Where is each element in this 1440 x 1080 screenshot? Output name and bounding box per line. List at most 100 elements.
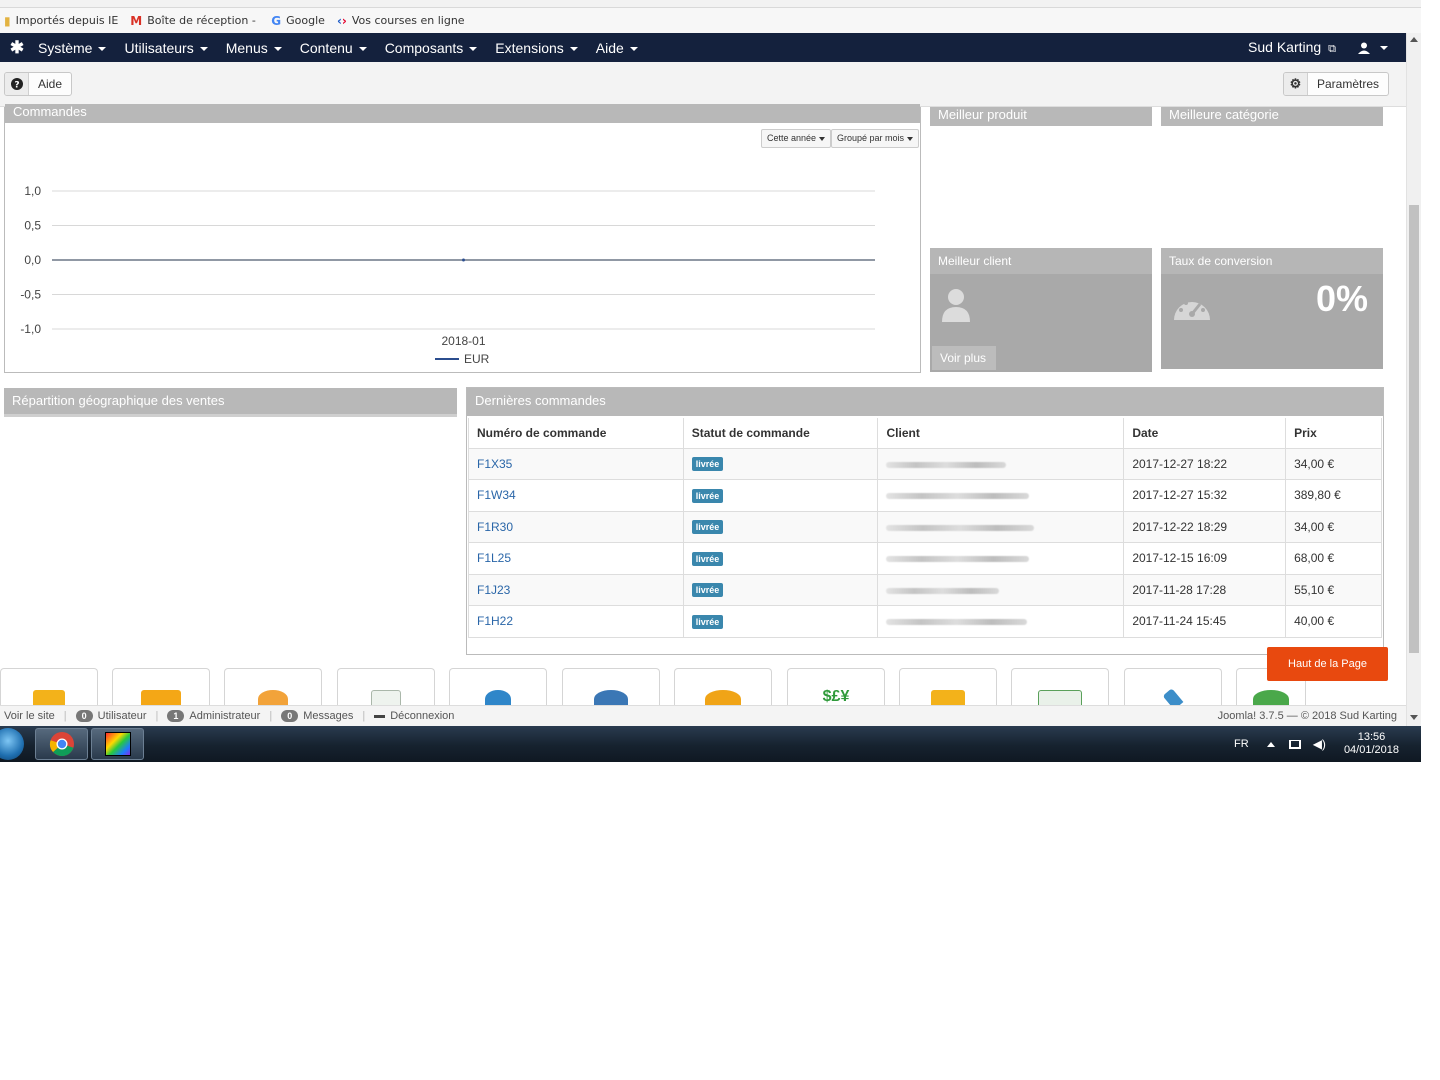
panel-title-best-category: Meilleure catégorie [1161,107,1383,126]
start-button-icon[interactable] [0,728,24,760]
back-to-top-button[interactable]: Haut de la Page [1267,647,1388,681]
vertical-scrollbar[interactable] [1406,33,1421,726]
tray-expand-icon[interactable] [1266,741,1275,747]
quickicon-discount[interactable] [674,668,772,708]
clock[interactable]: 13:56 04/01/2018 [1344,731,1399,757]
address-bar[interactable] [0,0,1421,8]
bookmark-carrefour[interactable]: ‹› Vos courses en ligne [337,14,465,28]
order-link[interactable]: F1H22 [477,614,513,628]
site-link[interactable]: Sud Karting ⧉ [1248,39,1336,56]
quickicon-users[interactable] [224,668,322,708]
scroll-down-icon[interactable] [1410,715,1418,720]
bookmark-label: Boîte de réception - [147,14,256,27]
data-point [462,258,465,262]
scroll-up-icon[interactable] [1410,37,1418,42]
order-link[interactable]: F1J23 [477,583,510,597]
external-link-icon: ⧉ [1325,43,1336,55]
nav-composants[interactable]: Composants [385,40,478,56]
status-badge: livrée [691,457,724,472]
order-number-cell: F1W34 [468,479,684,512]
quickicon-tools[interactable] [1124,668,1222,708]
bookmark-ie[interactable]: ▮ Importés depuis IE [4,14,118,28]
bookmarks-bar: ▮ Importés depuis IE M Boîte de réceptio… [0,8,1421,33]
price-cell: 55,10 € [1285,573,1382,606]
clock-date: 04/01/2018 [1343,744,1399,756]
date-cell: 2017-12-15 16:09 [1123,542,1287,575]
bookmark-google[interactable]: G Google [271,14,325,28]
client-cell [877,605,1125,638]
order-link[interactable]: F1W34 [477,488,516,502]
conversion-value: 0% [1315,278,1368,319]
voir-plus-link[interactable]: Voir plus [932,346,996,370]
question-icon: ? [5,73,29,95]
quickicon-globe[interactable] [562,668,660,708]
quickicon-document[interactable] [337,668,435,708]
quickicon-plugin[interactable] [899,668,997,708]
order-link[interactable]: F1R30 [477,520,513,534]
y-tick-label: -1,0 [20,322,41,336]
col-client: Client [877,418,1125,449]
quickicon-layout[interactable] [1011,668,1109,708]
users-count-badge: 0 [75,710,93,722]
volume-icon[interactable]: ◀) [1313,737,1326,751]
quickicon-folder[interactable] [112,668,210,708]
col-order-number: Numéro de commande [468,418,684,449]
toolbar: ? Aide ⚙ Paramètres [0,62,1406,107]
nav-menus[interactable]: Menus [226,40,282,56]
admin-navbar: ✱ Système Utilisateurs Menus Contenu Com… [0,33,1406,62]
client-cell [877,479,1125,512]
bookmark-label: Google [286,14,325,27]
admins-label: Administrateur [189,710,261,722]
status-cell: livrée [682,510,879,543]
order-link[interactable]: F1L25 [477,551,511,565]
bookmark-label: Importés depuis IE [15,14,119,27]
nav-utilisateurs[interactable]: Utilisateurs [124,40,208,56]
quickicon-currency[interactable]: $£¥ [787,668,885,708]
user-menu[interactable] [1358,42,1388,54]
col-price: Prix [1285,418,1382,449]
user-silhouette-icon [942,289,970,322]
logout-link[interactable]: Déconnexion [374,710,454,722]
tile-title: Taux de conversion [1161,248,1383,274]
windows-taskbar: FR ◀) 13:56 04/01/2018 [0,726,1421,762]
taskbar-app[interactable] [91,728,144,760]
scrollbar-thumb[interactable] [1409,205,1419,653]
admins-count-badge: 1 [167,710,185,722]
admins-online-link[interactable]: 1 Administrateur [167,710,260,722]
messages-link[interactable]: 0 Messages [281,710,353,722]
language-indicator[interactable]: FR [1234,738,1249,750]
view-site-link[interactable]: Voir le site [4,710,55,722]
orders-table: Numéro de commande Statut de commande Cl… [468,418,1382,638]
gmail-icon: M [130,13,143,28]
options-label: Paramètres [1317,77,1380,91]
status-cell: livrée [682,542,879,575]
user-icon [1358,42,1370,54]
date-cell: 2017-11-28 17:28 [1123,573,1287,606]
orders-chart-panel: Commandes Cette année Groupé par mois 1,… [4,104,921,373]
nav-systeme[interactable]: Système [38,40,107,56]
bookmark-gmail[interactable]: M Boîte de réception - [130,14,259,28]
redacted-client [886,619,1028,626]
status-bar: Voir le site | 0 Utilisateur | 1 Administr… [0,705,1406,726]
status-cell: livrée [682,605,879,638]
nav-extensions[interactable]: Extensions [495,40,578,56]
quickicon-card[interactable] [0,668,98,708]
date-cell: 2017-11-24 15:45 [1123,605,1287,638]
price-cell: 34,00 € [1285,447,1382,480]
options-button[interactable]: ⚙ Paramètres [1283,72,1390,96]
help-button[interactable]: ? Aide [4,72,73,96]
nav-contenu[interactable]: Contenu [300,40,367,56]
nav-label: Contenu [299,39,353,56]
network-icon[interactable] [1288,739,1301,749]
caret-down-icon [273,46,282,51]
messages-label: Messages [303,710,354,722]
joomla-logo-icon[interactable]: ✱ [4,38,30,58]
nav-aide[interactable]: Aide [596,40,638,56]
order-link[interactable]: F1X35 [477,457,512,471]
quickicon-user-add[interactable] [449,668,547,708]
users-online-link[interactable]: 0 Utilisateur [75,710,147,722]
separator: | [63,710,67,722]
taskbar-chrome[interactable] [35,728,88,760]
table-row: F1R30 livrée 2017-12-22 18:29 34,00 € [468,510,1382,543]
client-cell [877,573,1125,606]
